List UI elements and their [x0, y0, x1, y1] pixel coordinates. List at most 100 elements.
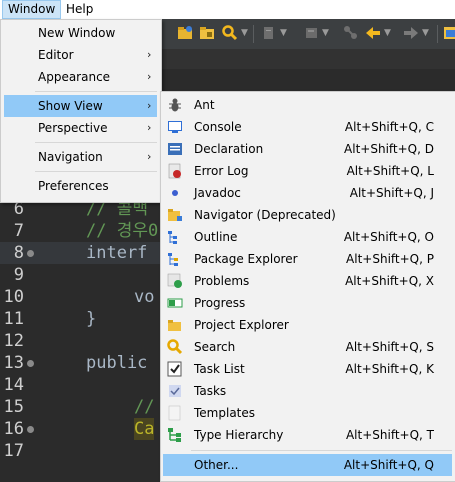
view-item-label: Search: [194, 340, 236, 354]
menu-item-perspective[interactable]: Perspective ›: [4, 117, 157, 139]
search-icon[interactable]: [222, 25, 238, 41]
view-item-tasks[interactable]: Tasks: [163, 380, 452, 402]
view-item-shortcut: Alt+Shift+Q, C: [344, 120, 434, 134]
pin-icon[interactable]: [304, 25, 320, 41]
menu-item-navigation[interactable]: Navigation ›: [4, 146, 157, 168]
view-item-shortcut: Alt+Shift+Q, D: [344, 142, 434, 156]
view-item-type-hierarchy[interactable]: Type Hierarchy Alt+Shift+Q, T: [163, 424, 452, 446]
view-item-shortcut: Alt+Shift+Q, P: [346, 252, 434, 266]
menu-separator: [35, 171, 157, 172]
view-item-javadoc[interactable]: Javadoc Alt+Shift+Q, J: [163, 182, 452, 204]
code-comment: //: [134, 397, 155, 417]
package-explorer-icon: [168, 253, 178, 266]
last-edit-icon[interactable]: [343, 25, 359, 41]
view-item-label: Javadoc: [194, 186, 241, 200]
view-item-label: Console: [194, 120, 242, 134]
submenu-arrow-icon: ›: [147, 99, 152, 112]
line-number: 13: [3, 353, 24, 373]
code-text: Ca: [134, 418, 155, 440]
view-item-label: Task List: [194, 362, 245, 376]
problems-icon: [167, 273, 182, 288]
line-number: 15: [3, 397, 24, 417]
menu-item-label: Editor: [38, 48, 74, 62]
back-arrow-icon[interactable]: [365, 25, 381, 41]
view-item-console[interactable]: Console Alt+Shift+Q, C: [163, 116, 452, 138]
line-number: 9: [13, 265, 24, 285]
view-item-task-list[interactable]: Task List Alt+Shift+Q, K: [163, 358, 452, 380]
declaration-icon: [168, 143, 182, 155]
menu-item-label: Navigation: [38, 150, 103, 164]
view-item-shortcut: Alt+Shift+Q, J: [349, 186, 434, 200]
progress-icon: [167, 298, 183, 308]
menu-item-appearance[interactable]: Appearance ›: [4, 66, 157, 88]
view-item-label: Project Explorer: [194, 318, 289, 332]
submenu-arrow-icon: ›: [147, 150, 152, 163]
view-item-label: Declaration: [194, 142, 264, 156]
menu-item-label: New Window: [38, 26, 116, 40]
toolbar-separator: [253, 25, 254, 43]
submenu-arrow-icon: ›: [147, 48, 152, 61]
type-hierarchy-icon: [168, 428, 181, 442]
view-item-label: Progress: [194, 296, 246, 310]
chevron-down-icon[interactable]: ▼: [422, 28, 429, 38]
view-item-error-log[interactable]: Error Log Alt+Shift+Q, L: [163, 160, 452, 182]
error-log-icon: [168, 163, 181, 179]
menu-item-label: Show View: [38, 99, 103, 113]
view-item-label: Other...: [194, 458, 239, 472]
view-item-outline[interactable]: Outline Alt+Shift+Q, O: [163, 226, 452, 248]
menu-window[interactable]: Window: [2, 0, 62, 19]
chevron-down-icon[interactable]: ▼: [384, 28, 391, 38]
line-number: 16: [3, 419, 24, 439]
code-text: public: [86, 353, 148, 373]
view-item-search[interactable]: Search Alt+Shift+Q, S: [163, 336, 452, 358]
view-item-shortcut: Alt+Shift+Q, S: [345, 340, 434, 354]
code-comment: // 경우0: [86, 221, 159, 241]
view-item-label: Type Hierarchy: [194, 428, 284, 442]
view-item-project-explorer[interactable]: Project Explorer: [163, 314, 452, 336]
menu-item-label: Perspective: [38, 121, 108, 135]
view-item-shortcut: Alt+Shift+Q, L: [346, 164, 434, 178]
view-item-problems[interactable]: Problems Alt+Shift+Q, X: [163, 270, 452, 292]
outline-icon: [168, 231, 177, 244]
open-type-icon[interactable]: [199, 25, 215, 41]
line-number: 11: [3, 309, 24, 329]
task-list-icon: [167, 361, 182, 377]
perspective-icon[interactable]: [443, 25, 455, 41]
view-item-shortcut: Alt+Shift+Q, T: [345, 428, 434, 442]
fold-toggle-icon[interactable]: [27, 250, 34, 257]
view-item-progress[interactable]: Progress: [163, 292, 452, 314]
chevron-down-icon[interactable]: ▼: [241, 28, 248, 38]
view-item-label: Ant: [194, 98, 215, 112]
menu-item-new-window[interactable]: New Window: [4, 22, 157, 44]
submenu-arrow-icon: ›: [147, 121, 152, 134]
line-number: 10: [3, 287, 24, 307]
view-item-other[interactable]: Other... Alt+Shift+Q, Q: [163, 454, 452, 476]
view-item-label: Templates: [194, 406, 256, 420]
javadoc-icon: [172, 190, 178, 196]
view-item-label: Error Log: [194, 164, 249, 178]
open-folder-icon[interactable]: [177, 25, 193, 41]
view-item-declaration[interactable]: Declaration Alt+Shift+Q, D: [163, 138, 452, 160]
console-icon: [168, 121, 182, 133]
code-text: vo: [134, 287, 155, 307]
fold-toggle-icon[interactable]: [27, 426, 34, 433]
view-item-navigator[interactable]: Navigator (Deprecated): [163, 204, 452, 226]
chevron-down-icon[interactable]: ▼: [280, 28, 287, 38]
view-item-ant[interactable]: Ant: [163, 94, 452, 116]
menu-separator: [35, 91, 157, 92]
code-text: }: [86, 309, 97, 329]
view-item-label: Package Explorer: [194, 252, 298, 266]
menu-item-show-view[interactable]: Show View ›: [4, 95, 157, 117]
fold-toggle-icon[interactable]: [27, 360, 34, 367]
view-item-package-explorer[interactable]: Package Explorer Alt+Shift+Q, P: [163, 248, 452, 270]
menu-bar: Window Help: [0, 0, 455, 20]
view-item-templates[interactable]: Templates: [163, 402, 452, 424]
menu-separator: [191, 450, 452, 451]
chevron-down-icon[interactable]: ▼: [322, 28, 329, 38]
annotation-icon[interactable]: [261, 25, 277, 41]
menu-item-preferences[interactable]: Preferences: [4, 175, 157, 197]
menu-item-editor[interactable]: Editor ›: [4, 44, 157, 66]
menu-help[interactable]: Help: [61, 0, 98, 19]
show-view-submenu: Ant Console Alt+Shift+Q, C Declaration A…: [160, 91, 455, 482]
forward-arrow-icon[interactable]: [403, 25, 419, 41]
